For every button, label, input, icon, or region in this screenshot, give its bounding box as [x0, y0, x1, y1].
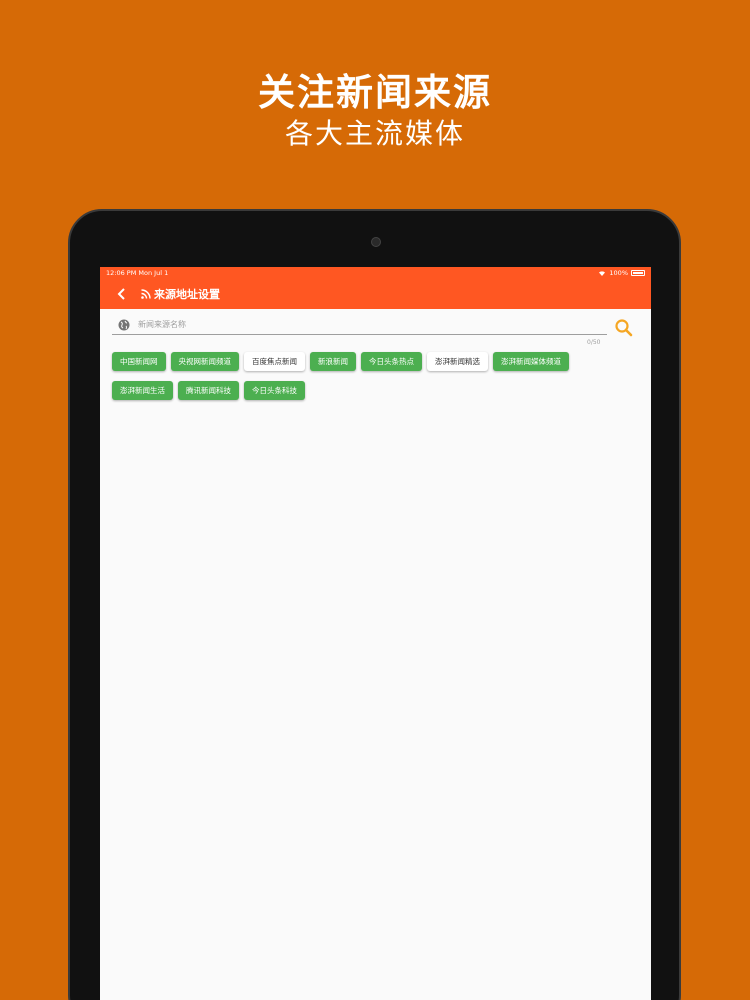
- source-chip[interactable]: 腾讯新闻科技: [178, 381, 239, 400]
- camera: [371, 237, 381, 247]
- status-bar: 12:06 PM Mon Jul 1 100%: [100, 267, 651, 279]
- battery-percent: 100%: [609, 269, 628, 277]
- chevron-left-icon: [117, 288, 125, 300]
- tablet-frame: 12:06 PM Mon Jul 1 100% 来源地址设置 新闻来源名称 0/…: [68, 209, 681, 1000]
- promo-subtitle: 各大主流媒体: [284, 117, 465, 150]
- source-chip[interactable]: 今日头条科技: [244, 381, 305, 400]
- source-chip[interactable]: 中国新闻网: [112, 352, 166, 371]
- search-button[interactable]: [614, 318, 634, 338]
- source-chip[interactable]: 央视网新闻频道: [170, 352, 239, 371]
- promo-title: 关注新闻来源: [258, 71, 492, 114]
- battery-icon: [631, 270, 645, 276]
- search-icon: [615, 319, 633, 337]
- source-chip[interactable]: 澎湃新闻媒体频道: [493, 352, 569, 371]
- app-screen: 12:06 PM Mon Jul 1 100% 来源地址设置 新闻来源名称 0/…: [100, 267, 651, 1000]
- search-row: 0/50: [100, 309, 651, 349]
- page-title: 来源地址设置: [154, 288, 220, 301]
- char-counter: 0/50: [587, 339, 601, 346]
- source-chip[interactable]: 新浪新闻: [310, 352, 356, 371]
- source-chip-list: 中国新闻网 央视网新闻频道 百度焦点新闻 新浪新闻 今日头条热点 澎湃新闻精选 澎湃新闻媒体…: [100, 349, 651, 410]
- wifi-icon: [599, 271, 606, 276]
- globe-icon: [118, 319, 130, 330]
- search-field: [112, 315, 607, 335]
- status-time: 12:06 PM Mon Jul 1: [106, 269, 169, 277]
- source-chip[interactable]: 澎湃新闻精选: [427, 352, 488, 371]
- search-input[interactable]: [138, 320, 578, 329]
- app-bar: 来源地址设置: [100, 279, 651, 309]
- back-button[interactable]: [110, 282, 134, 306]
- source-chip[interactable]: 澎湃新闻生活: [112, 381, 173, 400]
- source-chip[interactable]: 百度焦点新闻: [244, 352, 305, 371]
- rss-icon: [141, 289, 151, 299]
- source-chip[interactable]: 今日头条热点: [361, 352, 422, 371]
